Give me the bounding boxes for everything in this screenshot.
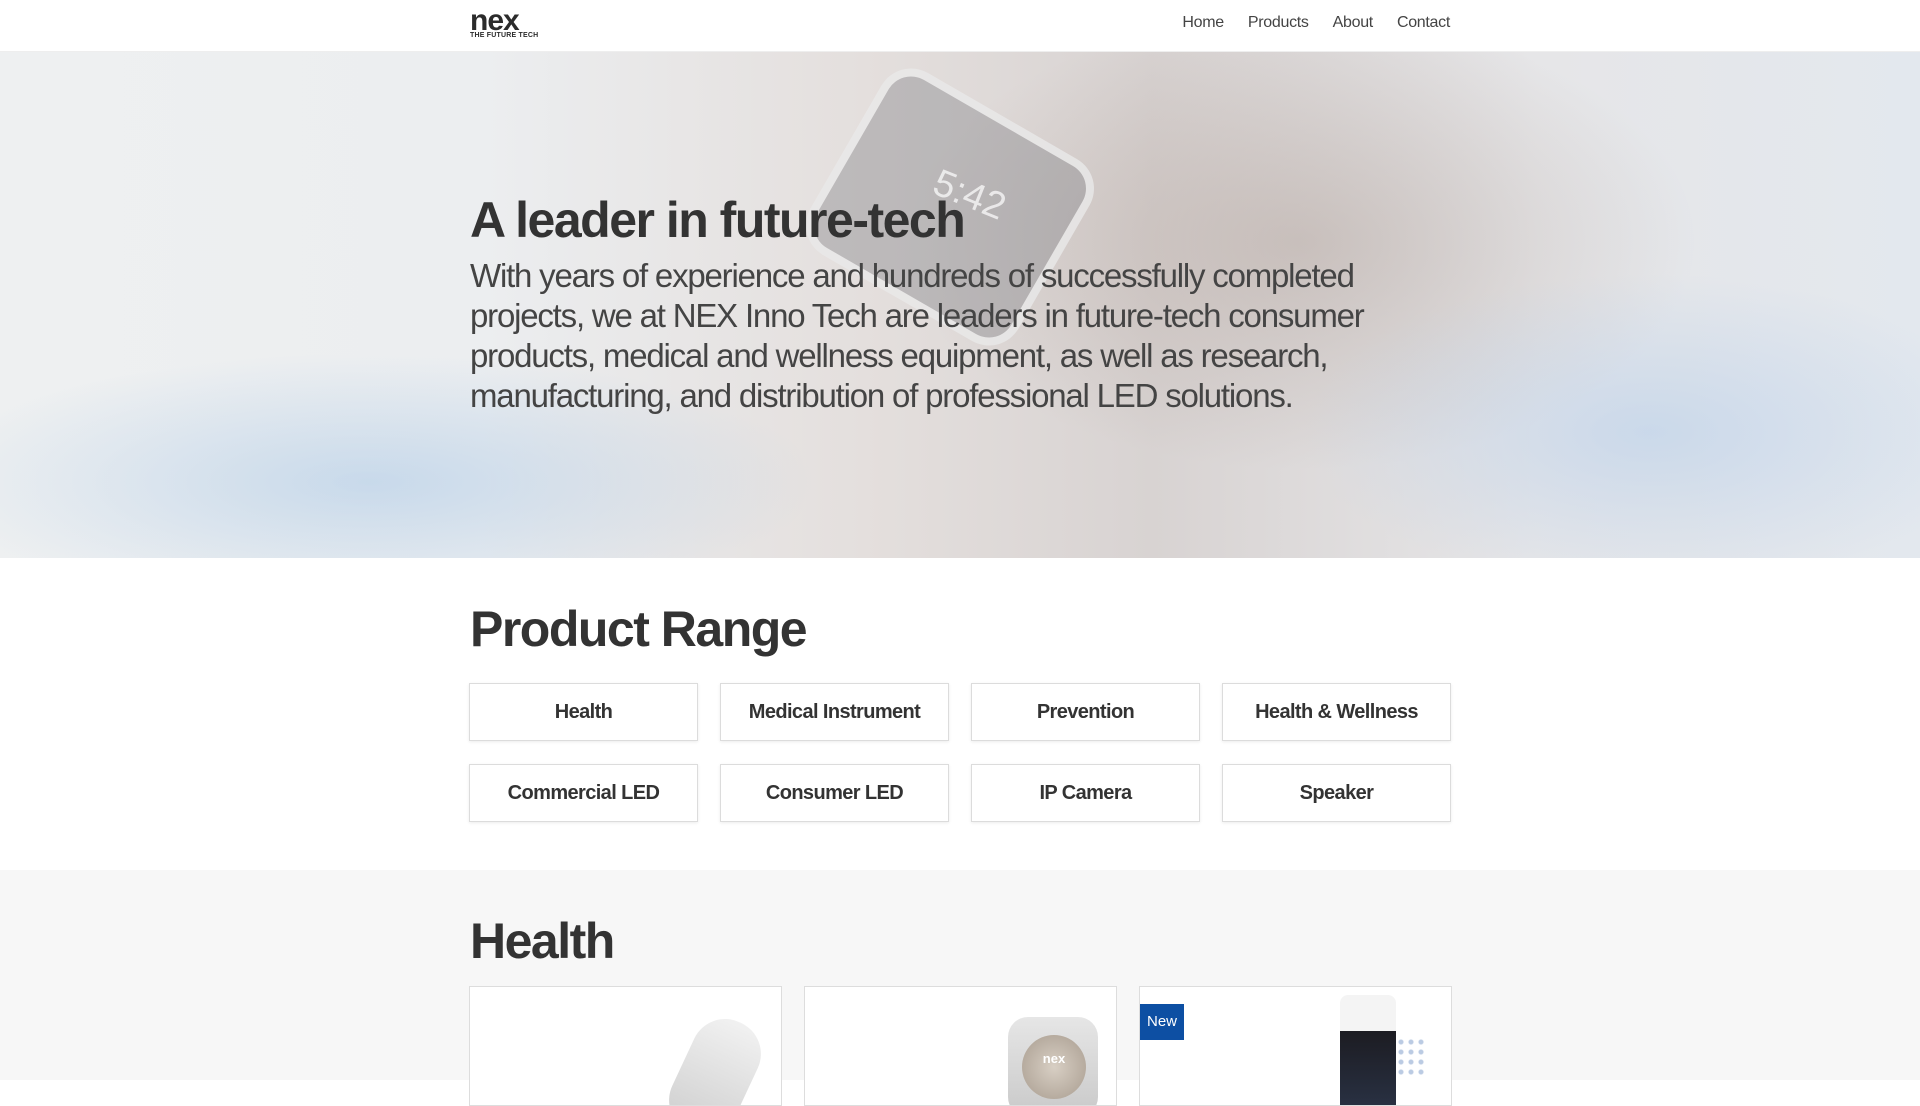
product-range-title: Product Range xyxy=(470,601,808,657)
nav-products-link[interactable]: Products xyxy=(1248,14,1309,32)
health-section-title: Health xyxy=(470,913,615,969)
product-image xyxy=(657,1007,773,1105)
nav-home-link[interactable]: Home xyxy=(1182,14,1224,32)
category-prevention-button[interactable]: Prevention xyxy=(971,683,1200,741)
nex-logo[interactable]: nex THE FUTURE TECH xyxy=(470,4,540,42)
category-ip-camera-button[interactable]: IP Camera xyxy=(971,764,1200,822)
health-section: Health nex New xyxy=(0,870,1920,1106)
new-badge: New xyxy=(1140,1004,1185,1040)
product-logo-label: nex xyxy=(1022,1035,1086,1099)
category-grid: Health Medical Instrument Prevention Hea… xyxy=(469,683,1451,822)
product-card[interactable]: New xyxy=(1139,986,1452,1106)
product-mist-graphic xyxy=(1396,1037,1426,1077)
hero-description: With years of experience and hundreds of… xyxy=(470,257,1365,414)
nav-about-link[interactable]: About xyxy=(1333,14,1374,32)
nav-contact-link[interactable]: Contact xyxy=(1397,14,1450,32)
category-health-wellness-button[interactable]: Health & Wellness xyxy=(1222,683,1451,741)
logo-tagline: THE FUTURE TECH xyxy=(470,32,539,39)
site-header: nex THE FUTURE TECH Home Products About … xyxy=(0,0,1920,52)
product-card[interactable] xyxy=(469,986,782,1106)
product-image xyxy=(1340,995,1396,1105)
product-range-section: Product Range Health Medical Instrument … xyxy=(0,558,1920,870)
hero-banner: 5:42 A leader in future-tech With years … xyxy=(0,52,1920,558)
main-nav: Home Products About Contact xyxy=(1182,14,1450,32)
category-medical-instrument-button[interactable]: Medical Instrument xyxy=(720,683,949,741)
hero-content: A leader in future-tech With years of ex… xyxy=(470,192,1450,416)
category-consumer-led-button[interactable]: Consumer LED xyxy=(720,764,949,822)
hero-title: A leader in future-tech xyxy=(470,192,966,248)
product-card-list: nex New xyxy=(469,986,1452,1106)
category-health-button[interactable]: Health xyxy=(469,683,698,741)
category-speaker-button[interactable]: Speaker xyxy=(1222,764,1451,822)
category-commercial-led-button[interactable]: Commercial LED xyxy=(469,764,698,822)
product-card[interactable]: nex xyxy=(804,986,1117,1106)
